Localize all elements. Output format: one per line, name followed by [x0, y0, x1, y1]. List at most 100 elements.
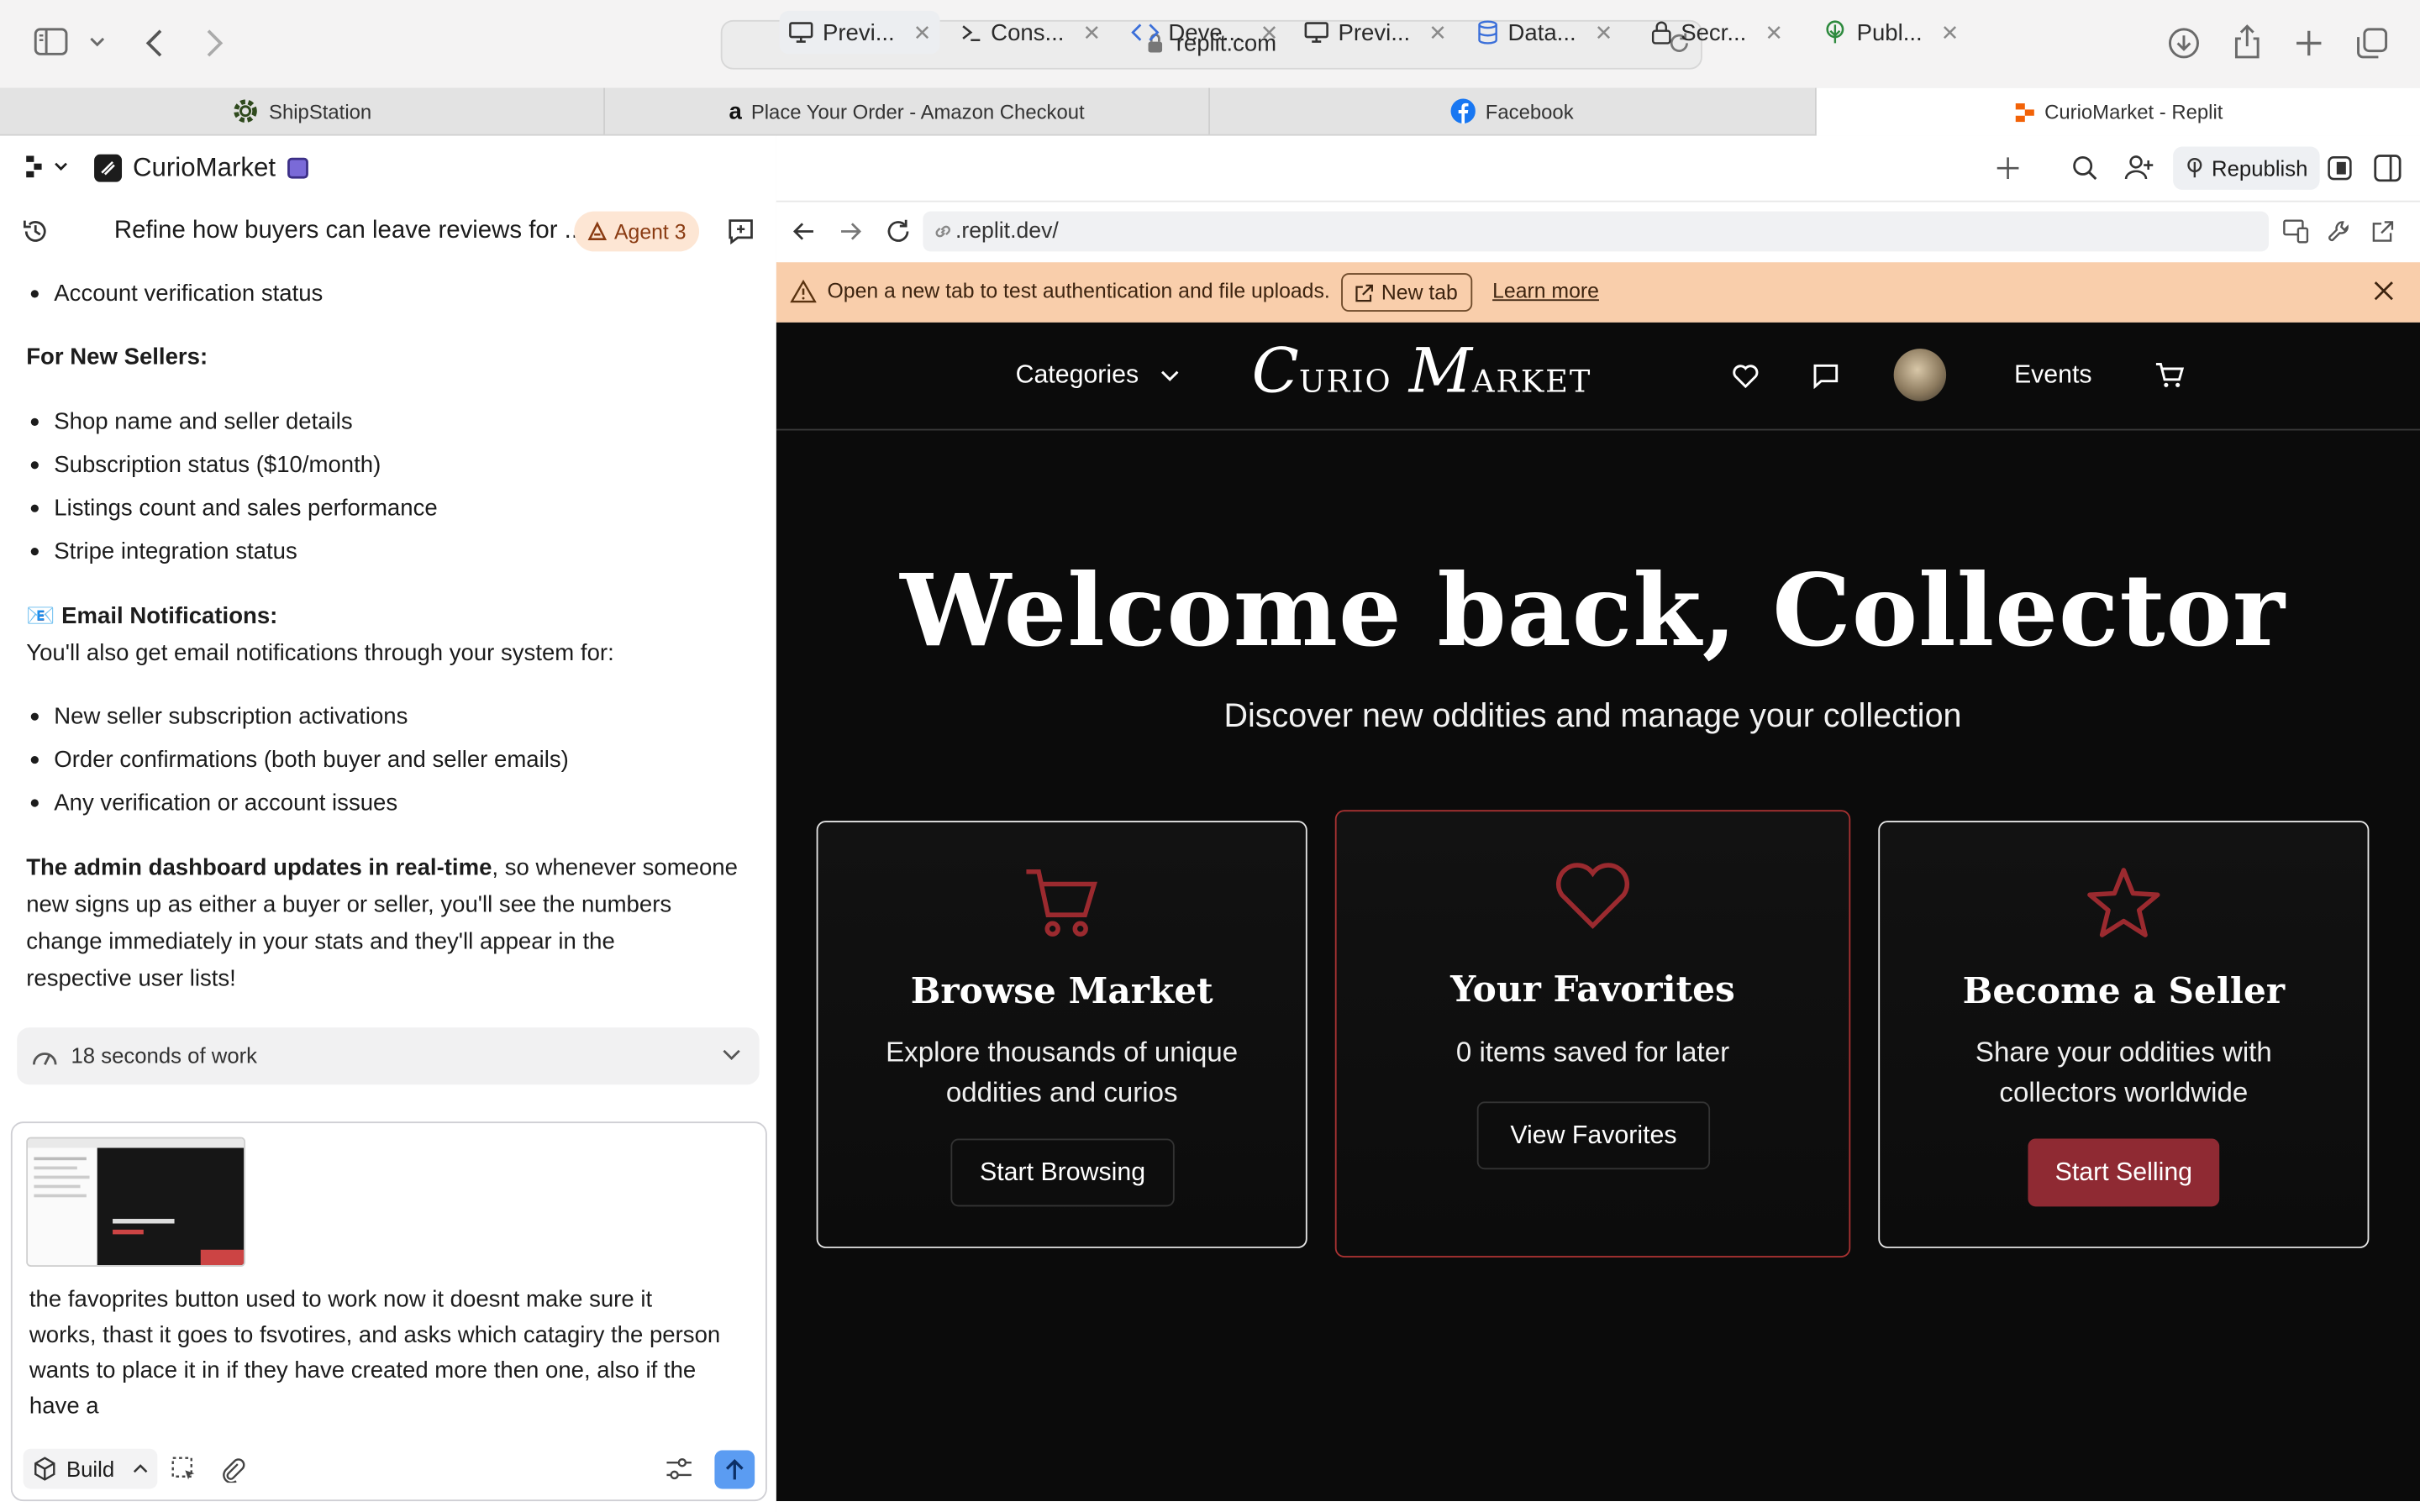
- message-text: change immediately in your stats and the…: [26, 928, 615, 955]
- message-heading: For New Sellers:: [26, 344, 208, 370]
- tab-label: Deve...: [1168, 18, 1242, 46]
- settings-sliders-icon[interactable]: [666, 1457, 693, 1481]
- site-logo[interactable]: CURIO MARKET: [1252, 336, 1592, 407]
- search-icon[interactable]: [2071, 155, 2099, 182]
- categories-label: Categories: [1015, 360, 1139, 389]
- republish-button[interactable]: Republish: [2173, 146, 2321, 190]
- preview-back-icon[interactable]: [792, 219, 816, 244]
- amazon-logo-icon: a: [729, 97, 742, 124]
- devices-icon[interactable]: [2283, 219, 2311, 244]
- new-tab-plus-icon[interactable]: [2295, 29, 2323, 57]
- card-browse-market: Browse Market Explore thousands of uniqu…: [816, 821, 1307, 1248]
- close-icon[interactable]: ✕: [1941, 19, 1960, 45]
- close-icon[interactable]: [2374, 281, 2394, 301]
- tab-publishing[interactable]: Publ... ✕: [1823, 11, 1959, 54]
- tab-console[interactable]: Cons... ✕: [960, 11, 1101, 54]
- summary-bold: The admin dashboard updates in real-time: [26, 854, 492, 881]
- close-icon[interactable]: ✕: [1765, 19, 1783, 45]
- share-icon[interactable]: [2233, 24, 2261, 60]
- list-item: Order confirmations (both buyer and sell…: [30, 743, 569, 777]
- logo-text: URIO: [1298, 362, 1392, 400]
- browser-tab-amazon[interactable]: a Place Your Order - Amazon Checkout: [605, 87, 1210, 134]
- open-external-icon[interactable]: [2370, 219, 2395, 244]
- hero-title: Welcome back, Collector: [900, 554, 2286, 670]
- forward-icon[interactable]: [203, 28, 225, 59]
- chevron-up-icon: [133, 1462, 148, 1475]
- card-description: Explore thousands of unique: [886, 1037, 1239, 1068]
- send-button[interactable]: [714, 1450, 755, 1489]
- cart-icon[interactable]: [2154, 361, 2186, 389]
- screenshot-attachment-thumbnail[interactable]: [26, 1137, 246, 1267]
- agent-badge-label: Agent 3: [614, 219, 687, 244]
- chevron-down-icon[interactable]: [90, 34, 105, 49]
- list-item: New seller subscription activations: [30, 701, 408, 734]
- browser-tab-bar: ShipStation a Place Your Order - Amazon …: [0, 87, 2420, 136]
- invite-user-icon[interactable]: [2123, 155, 2154, 182]
- view-favorites-button[interactable]: View Favorites: [1476, 1101, 1711, 1170]
- tab-overview-icon[interactable]: [2355, 26, 2389, 60]
- work-summary-bar[interactable]: 18 seconds of work: [17, 1027, 760, 1085]
- add-tab-plus-icon[interactable]: [1996, 156, 2020, 181]
- close-icon[interactable]: ✕: [1083, 19, 1102, 45]
- link-icon: [932, 221, 954, 243]
- message-summary: The admin dashboard updates in real-time…: [26, 852, 751, 885]
- avatar[interactable]: [1893, 349, 1947, 402]
- mode-selector[interactable]: Build: [23, 1448, 158, 1489]
- start-selling-button[interactable]: Start Selling: [2028, 1138, 2220, 1207]
- back-icon[interactable]: [144, 28, 166, 59]
- message-text: new signs up as either a buyer or seller…: [26, 891, 672, 918]
- messages-icon[interactable]: [1812, 363, 1839, 389]
- monitor-icon: [789, 22, 813, 44]
- download-icon[interactable]: [2167, 26, 2201, 60]
- new-chat-icon[interactable]: [725, 216, 756, 247]
- tab-preview[interactable]: Previ... ✕: [779, 10, 941, 55]
- message-composer[interactable]: the favoprites button used to work now i…: [10, 1121, 767, 1502]
- paperclip-icon[interactable]: [219, 1457, 245, 1483]
- code-icon: [1131, 22, 1160, 44]
- tab-developer[interactable]: Deve... ✕: [1131, 11, 1278, 54]
- heart-icon[interactable]: [1732, 363, 1760, 389]
- tab-database[interactable]: Data... ✕: [1477, 11, 1612, 54]
- close-icon[interactable]: ✕: [1595, 19, 1613, 45]
- events-link[interactable]: Events: [2014, 361, 2092, 391]
- card-your-favorites: Your Favorites 0 items saved for later V…: [1334, 810, 1851, 1257]
- republish-label: Republish: [2212, 155, 2308, 181]
- site-preview: Categories CURIO MARKET Events Welcome b…: [776, 322, 2420, 1502]
- select-element-icon[interactable]: [171, 1457, 197, 1483]
- close-icon[interactable]: ✕: [1428, 19, 1447, 45]
- agent-badge[interactable]: Agent 3: [574, 211, 699, 252]
- new-tab-label: New tab: [1381, 281, 1458, 304]
- browser-tab-label: CurioMarket - Replit: [2044, 100, 2223, 123]
- cart-icon: [1023, 865, 1101, 939]
- start-browsing-button[interactable]: Start Browsing: [950, 1138, 1175, 1207]
- new-tab-button[interactable]: New tab: [1341, 273, 1472, 312]
- close-icon[interactable]: ✕: [1260, 19, 1279, 45]
- browser-tab-facebook[interactable]: Facebook: [1210, 87, 1817, 134]
- warning-text: Open a new tab to test authentication an…: [827, 279, 1330, 302]
- wrench-icon[interactable]: [2328, 219, 2352, 244]
- browser-tab-shipstation[interactable]: ShipStation: [0, 87, 605, 134]
- browser-tab-label: Facebook: [1485, 99, 1574, 123]
- sidebar-toggle-icon[interactable]: [34, 28, 68, 55]
- tab-secrets[interactable]: Secr... ✕: [1651, 11, 1783, 54]
- database-icon: [1477, 20, 1499, 45]
- learn-more-link[interactable]: Learn more: [1492, 279, 1599, 302]
- preview-url-field[interactable]: .replit.dev/: [923, 211, 2269, 252]
- agent-icon: [587, 221, 608, 243]
- close-icon[interactable]: ✕: [913, 19, 932, 45]
- history-icon[interactable]: [20, 216, 51, 247]
- facebook-logo-icon: [1451, 98, 1476, 123]
- preview-forward-icon[interactable]: [838, 219, 862, 244]
- project-name[interactable]: CurioMarket: [133, 153, 276, 184]
- pane-toggle-icon[interactable]: [2328, 156, 2352, 181]
- sidebar-right-icon[interactable]: [2374, 155, 2402, 182]
- categories-dropdown[interactable]: Categories: [1016, 361, 1179, 391]
- preview-reload-icon[interactable]: [884, 218, 912, 245]
- warning-banner: Open a new tab to test authentication an…: [776, 262, 2420, 323]
- browser-tab-replit[interactable]: CurioMarket - Replit: [1816, 87, 2420, 136]
- thread-title[interactable]: Refine how buyers can leave reviews for …: [114, 218, 585, 245]
- composer-text-line: the favoprites button used to work now i…: [29, 1286, 653, 1314]
- card-description: collectors worldwide: [1999, 1077, 2249, 1108]
- tab-preview-2[interactable]: Previ... ✕: [1304, 11, 1447, 54]
- replit-menu-icon[interactable]: [24, 155, 71, 179]
